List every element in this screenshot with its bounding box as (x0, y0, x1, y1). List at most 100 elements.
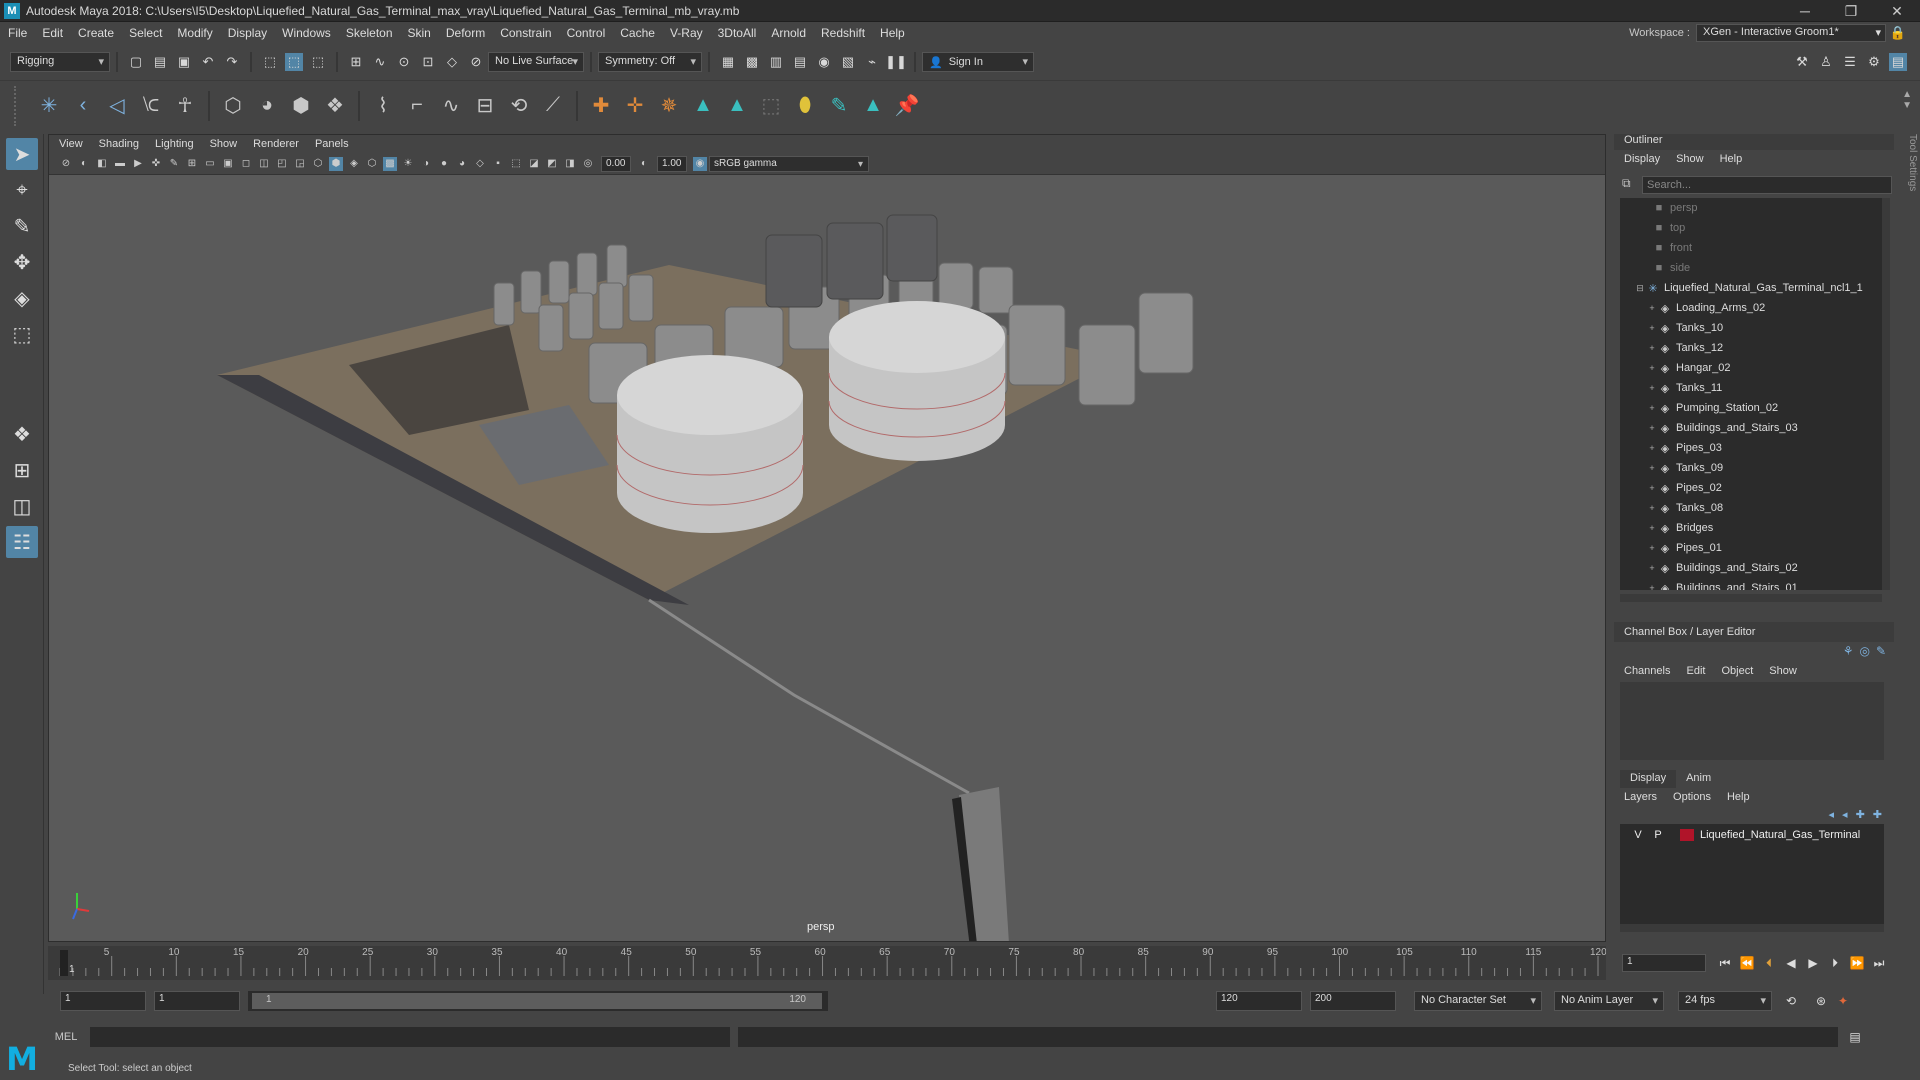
go-to-start-icon[interactable]: ⏮ (1716, 954, 1734, 972)
filter-icon[interactable]: ⧉ (1622, 176, 1631, 191)
outliner-search-input[interactable]: Search... (1642, 176, 1892, 194)
menu-vray[interactable]: V-Ray (670, 26, 703, 40)
menuset-dropdown[interactable]: Rigging (10, 52, 110, 72)
two-view-icon[interactable]: ◫ (6, 490, 38, 522)
expand-icon[interactable]: + (1646, 443, 1658, 453)
snap-surface-icon[interactable]: ◇ (443, 53, 461, 71)
smooth-shade-icon[interactable]: ⬢ (329, 156, 343, 171)
layer-visibility-toggle[interactable]: V (1628, 829, 1648, 841)
new-scene-icon[interactable]: ▢ (127, 53, 145, 71)
expand-icon[interactable]: + (1646, 323, 1658, 333)
joint-tool-icon[interactable]: ✳ (36, 93, 62, 119)
step-forward-key-icon[interactable]: ⏩ (1848, 954, 1866, 972)
gamma-field[interactable]: 1.00 (657, 155, 687, 172)
select-object-icon[interactable]: ⬚ (285, 53, 303, 71)
aim-constraint-icon[interactable]: ▲ (690, 93, 716, 119)
collapse-icon[interactable]: ⊟ (1634, 283, 1646, 294)
expand-icon[interactable]: + (1646, 463, 1658, 473)
menu-create[interactable]: Create (78, 26, 114, 40)
expand-icon[interactable]: + (1646, 503, 1658, 513)
tab-display[interactable]: Display (1620, 770, 1677, 788)
go-to-end-icon[interactable]: ⏭ (1870, 954, 1888, 972)
safe-title-icon[interactable]: ◲ (293, 157, 307, 171)
outliner-list[interactable]: ■ persp ■ top ■ front ■ side ⊟ ✳ Liquefied_Nat… (1620, 198, 1882, 590)
pause-icon[interactable]: ❚❚ (885, 53, 907, 71)
wireframe-icon[interactable]: ⬡ (311, 157, 325, 171)
step-back-key-icon[interactable]: ⏪ (1738, 954, 1756, 972)
menu-deform[interactable]: Deform (446, 26, 485, 40)
new-layer-selected-icon[interactable]: ✚ (1873, 808, 1882, 821)
outliner-scrollbar[interactable] (1882, 198, 1890, 590)
humanik-icon[interactable]: ☥ (172, 93, 198, 119)
outliner-root-group[interactable]: ⊟ ✳ Liquefied_Natural_Gas_Terminal_ncl1_1 (1620, 278, 1882, 298)
channel-box-icon[interactable]: ⚘ (1843, 644, 1854, 658)
anti-aliasing-icon[interactable]: ◇ (473, 157, 487, 171)
select-component-icon[interactable]: ⬚ (309, 53, 327, 71)
tool-settings-toggle-icon[interactable]: ✎ (1876, 644, 1886, 658)
range-slider[interactable]: 1 120 (248, 991, 828, 1011)
outliner-item[interactable]: + ◈ Hangar_02 (1620, 358, 1882, 378)
resolution-gate-icon[interactable]: ▣ (221, 157, 235, 171)
fps-dropdown[interactable]: 24 fps (1678, 991, 1772, 1011)
3d-scene-view[interactable]: persp (49, 175, 1605, 941)
point-constraint-icon[interactable]: ✵ (656, 93, 682, 119)
outliner-camera-persp[interactable]: ■ persp (1620, 198, 1882, 218)
expand-icon[interactable]: + (1646, 543, 1658, 553)
minimize-button[interactable]: ─ (1782, 0, 1828, 22)
channels-menu-show[interactable]: Show (1769, 665, 1797, 677)
loop-icon[interactable]: ⟲ (1782, 992, 1800, 1010)
tool-settings-side-tab[interactable]: Tool Settings (1900, 134, 1918, 254)
menu-display[interactable]: Display (228, 26, 267, 40)
vp-menu-show[interactable]: Show (210, 138, 238, 150)
motion-blur-icon[interactable]: ◕ (455, 157, 469, 171)
menu-cache[interactable]: Cache (620, 26, 655, 40)
textured-icon[interactable]: ▩ (383, 156, 397, 171)
wireframe-on-shaded-icon[interactable]: ◈ (347, 157, 361, 171)
depth-of-field-icon[interactable]: ▪ (491, 157, 505, 171)
menu-help[interactable]: Help (880, 26, 905, 40)
tab-anim[interactable]: Anim (1676, 770, 1721, 788)
menu-edit[interactable]: Edit (42, 26, 63, 40)
menu-select[interactable]: Select (129, 26, 162, 40)
step-back-frame-icon[interactable]: ⏴ (1760, 954, 1778, 972)
anim-layer-dropdown[interactable]: No Anim Layer (1554, 991, 1664, 1011)
bend-icon[interactable]: ⌐ (404, 93, 430, 119)
outliner-camera-top[interactable]: ■ top (1620, 218, 1882, 238)
play-forward-icon[interactable]: ▶ (1804, 954, 1822, 972)
camera-attributes-icon[interactable]: ◐ (77, 157, 91, 171)
expand-icon[interactable]: + (1646, 483, 1658, 493)
outliner-layout-icon[interactable]: ☷ (6, 526, 38, 558)
exposure-field[interactable]: 0.00 (601, 155, 631, 172)
layer-menu-help[interactable]: Help (1727, 791, 1750, 803)
lattice-icon[interactable]: ⬢ (288, 93, 314, 119)
twist-icon[interactable]: ⟲ (506, 93, 532, 119)
gamma-icon[interactable]: ◐ (637, 157, 651, 171)
lasso-tool-icon[interactable]: ⌖ (6, 174, 38, 206)
outliner-menu-show[interactable]: Show (1676, 153, 1704, 165)
camera-select-icon[interactable]: ⊘ (59, 157, 73, 171)
view-transform-dropdown[interactable]: sRGB gamma (709, 155, 869, 172)
sine-icon[interactable]: ∿ (438, 93, 464, 119)
channels-menu-edit[interactable]: Edit (1686, 665, 1705, 677)
insert-joint-icon[interactable]: ⟈ (138, 93, 164, 119)
animation-end-field[interactable]: 200 (1310, 991, 1396, 1011)
menu-windows[interactable]: Windows (282, 26, 331, 40)
skin-cluster-icon[interactable]: ▲ (860, 93, 886, 119)
channel-box-icon[interactable]: ▤ (1889, 53, 1907, 71)
snap-grid-icon[interactable]: ⊞ (347, 53, 365, 71)
outliner-item[interactable]: + ◈ Tanks_08 (1620, 498, 1882, 518)
vp-menu-shading[interactable]: Shading (99, 138, 139, 150)
film-gate-icon[interactable]: ▭ (203, 157, 217, 171)
ik-handle-icon[interactable]: ‹ (70, 93, 96, 119)
move-tool-icon[interactable]: ✥ (6, 246, 38, 278)
menu-skin[interactable]: Skin (408, 26, 431, 40)
cluster-icon[interactable]: ⌇ (370, 93, 396, 119)
gate-mask-icon[interactable]: ◻ (239, 157, 253, 171)
use-all-lights-icon[interactable]: ☀ (401, 157, 415, 171)
current-time-marker[interactable] (60, 950, 68, 976)
character-set-dropdown[interactable]: No Character Set (1414, 991, 1542, 1011)
attribute-editor-toggle-icon[interactable]: ◎ (1859, 644, 1869, 658)
outliner-camera-front[interactable]: ■ front (1620, 238, 1882, 258)
maximize-button[interactable]: ❐ (1828, 0, 1874, 22)
wave-icon[interactable]: ⟋ (540, 93, 566, 119)
